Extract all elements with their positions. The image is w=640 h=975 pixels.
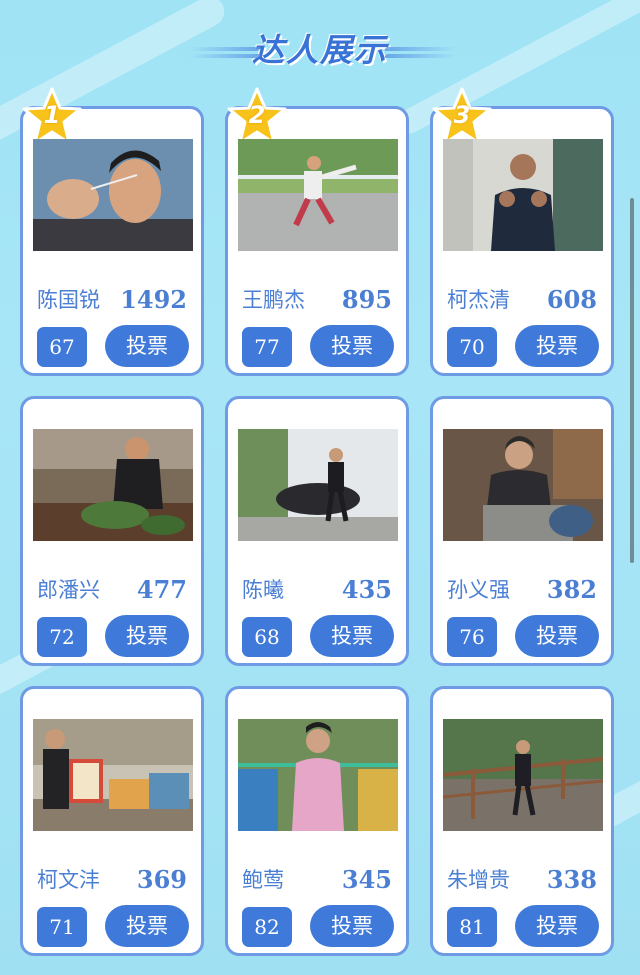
vote-button[interactable]: 投票 bbox=[515, 905, 599, 947]
rank-badge: 3 bbox=[431, 87, 493, 147]
talent-name: 孙义强 bbox=[447, 578, 510, 602]
talent-name: 王鹏杰 bbox=[242, 288, 305, 312]
vote-button[interactable]: 投票 bbox=[515, 325, 599, 367]
talent-card: 柯文沣 369 71 投票 bbox=[20, 686, 204, 956]
talent-photo[interactable] bbox=[443, 719, 603, 831]
contestant-number: 82 bbox=[242, 907, 292, 947]
talent-photo[interactable] bbox=[33, 139, 193, 251]
vote-count: 369 bbox=[136, 865, 187, 894]
vote-count: 1492 bbox=[120, 285, 187, 314]
talent-card: 3 柯杰清 608 70 投票 bbox=[430, 87, 614, 376]
title-wing-right bbox=[383, 44, 457, 60]
vote-button[interactable]: 投票 bbox=[105, 615, 189, 657]
contestant-number: 81 bbox=[447, 907, 497, 947]
scrollbar[interactable] bbox=[630, 198, 634, 563]
vote-button[interactable]: 投票 bbox=[310, 905, 394, 947]
contestant-number: 71 bbox=[37, 907, 87, 947]
talent-card: 郎潘兴 477 72 投票 bbox=[20, 396, 204, 666]
rank-number: 2 bbox=[248, 101, 266, 129]
talent-card: 陈曦 435 68 投票 bbox=[225, 396, 409, 666]
contestant-number: 67 bbox=[37, 327, 87, 367]
rank-badge: 1 bbox=[21, 87, 83, 147]
page-title: 达人展示 bbox=[251, 31, 388, 69]
talent-name: 柯杰清 bbox=[447, 288, 510, 312]
talent-card: 孙义强 382 76 投票 bbox=[430, 396, 614, 666]
talent-photo[interactable] bbox=[238, 139, 398, 251]
talent-name: 鲍莺 bbox=[242, 868, 284, 892]
talent-name: 陈曦 bbox=[242, 578, 284, 602]
vote-count: 338 bbox=[546, 865, 597, 894]
vote-count: 435 bbox=[341, 575, 392, 604]
talent-name: 郎潘兴 bbox=[37, 578, 100, 602]
talent-photo[interactable] bbox=[33, 429, 193, 541]
rank-badge: 2 bbox=[226, 87, 288, 147]
talent-photo[interactable] bbox=[238, 429, 398, 541]
title-wing-left bbox=[188, 44, 262, 60]
talent-name: 柯文沣 bbox=[37, 868, 100, 892]
vote-count: 477 bbox=[136, 575, 187, 604]
vote-button[interactable]: 投票 bbox=[105, 325, 189, 367]
talent-photo[interactable] bbox=[443, 139, 603, 251]
contestant-number: 76 bbox=[447, 617, 497, 657]
vote-count: 382 bbox=[546, 575, 597, 604]
rank-number: 3 bbox=[453, 101, 471, 129]
vote-button[interactable]: 投票 bbox=[105, 905, 189, 947]
vote-count: 895 bbox=[341, 285, 392, 314]
vote-count: 345 bbox=[341, 865, 392, 894]
page-header: 达人展示 bbox=[0, 22, 640, 82]
vote-button[interactable]: 投票 bbox=[310, 325, 394, 367]
talent-photo[interactable] bbox=[33, 719, 193, 831]
contestant-number: 70 bbox=[447, 327, 497, 367]
talent-card: 2 王鹏杰 895 77 投票 bbox=[225, 87, 409, 376]
talent-card: 鲍莺 345 82 投票 bbox=[225, 686, 409, 956]
talent-name: 朱增贵 bbox=[447, 868, 510, 892]
rank-number: 1 bbox=[43, 101, 61, 129]
talent-card: 朱增贵 338 81 投票 bbox=[430, 686, 614, 956]
vote-count: 608 bbox=[546, 285, 597, 314]
vote-button[interactable]: 投票 bbox=[515, 615, 599, 657]
contestant-number: 77 bbox=[242, 327, 292, 367]
talent-photo[interactable] bbox=[238, 719, 398, 831]
contestant-number: 72 bbox=[37, 617, 87, 657]
talent-card: 1 陈国锐 1492 67 投票 bbox=[20, 87, 204, 376]
talent-name: 陈国锐 bbox=[37, 288, 100, 312]
talent-photo[interactable] bbox=[443, 429, 603, 541]
contestant-number: 68 bbox=[242, 617, 292, 657]
vote-button[interactable]: 投票 bbox=[310, 615, 394, 657]
